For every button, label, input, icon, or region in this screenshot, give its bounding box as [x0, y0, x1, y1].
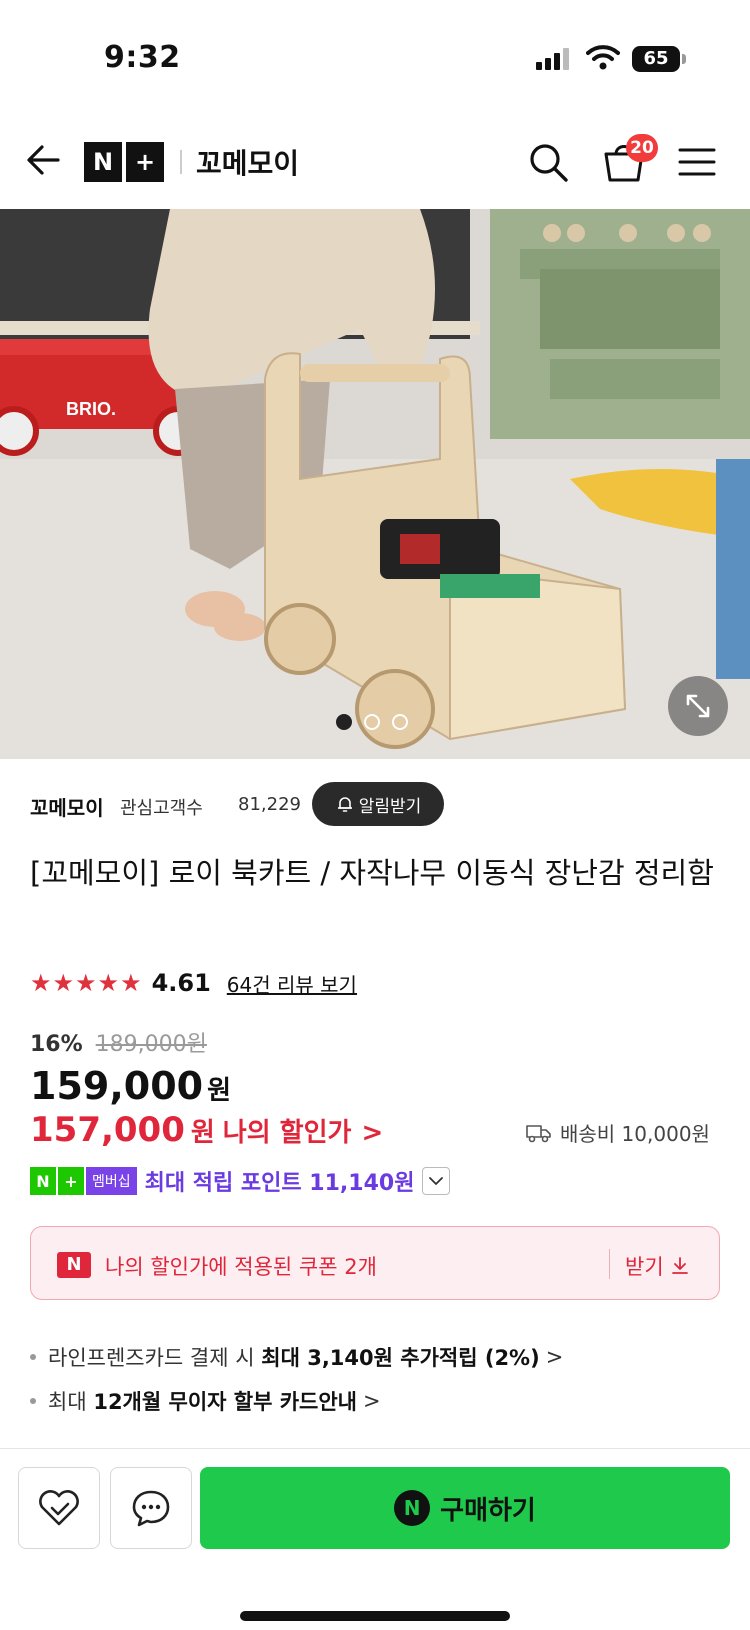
star-icon: ★ [120, 969, 142, 997]
fan-count: 81,229 [238, 794, 301, 815]
my-price-label: 나의 할인가 [222, 1118, 352, 1148]
benefit-highlight: 12개월 무이자 할부 카드안내 [93, 1390, 358, 1414]
my-price-value: 157,000 [30, 1110, 185, 1150]
product-image[interactable]: BRIO. [0, 209, 750, 759]
wishlist-button[interactable] [18, 1467, 100, 1549]
original-price: 189,000원 [95, 1032, 207, 1057]
status-time: 9:32 [104, 40, 181, 75]
gallery-dot-1[interactable] [336, 714, 352, 730]
sale-price: 159,000 [30, 1064, 204, 1108]
buy-now-label: 구매하기 [440, 1495, 536, 1526]
gallery-dot-2[interactable] [364, 714, 380, 730]
bell-plus-icon [337, 797, 352, 812]
discount-percent: 16% [30, 1032, 83, 1057]
chevron-right-icon: > [363, 1389, 381, 1413]
sale-price-unit: 원 [207, 1076, 231, 1106]
nplus-logo-plus: + [126, 142, 164, 182]
store-name[interactable]: 꼬메모이 [196, 142, 299, 182]
membership-badge-n: N [30, 1167, 56, 1195]
coupon-n-icon: N [57, 1252, 91, 1278]
expand-icon [686, 694, 710, 718]
expand-image-button[interactable] [668, 676, 728, 736]
seller-name[interactable]: 꼬메모이 [30, 792, 104, 821]
coupon-download-label: 받기 [625, 1255, 664, 1279]
talk-inquiry-button[interactable] [110, 1467, 192, 1549]
bottom-action-bar: N 구매하기 [0, 1448, 750, 1630]
review-link[interactable]: 64건 리뷰 보기 [227, 969, 357, 998]
membership-badge-label: 멤버십 [86, 1167, 137, 1195]
header-divider [180, 150, 182, 174]
membership-badge-plus: + [58, 1167, 84, 1195]
battery-tip [682, 54, 686, 64]
cart-count-badge: 20 [626, 134, 658, 162]
star-icon: ★ [52, 969, 75, 997]
my-discount-price[interactable]: 157,000 원 나의 할인가 > [30, 1110, 383, 1150]
back-arrow-icon[interactable] [24, 140, 64, 180]
installment-benefit-line[interactable]: 최대 12개월 무이자 할부 카드안내 > [30, 1386, 381, 1416]
benefit-prefix: 라인프렌즈카드 결제 시 [48, 1346, 255, 1370]
rating-value: 4.61 [151, 969, 211, 997]
search-icon[interactable] [526, 140, 570, 184]
chevron-right-icon: > [361, 1118, 384, 1148]
home-indicator [240, 1611, 510, 1621]
bullet-icon [30, 1398, 36, 1404]
coupon-banner: N 나의 할인가에 적용된 쿠폰 2개 받기 [30, 1226, 720, 1300]
truck-icon [526, 1124, 551, 1142]
star-icon: ★ [97, 969, 120, 997]
top-navigation: N + 꼬메모이 20 [0, 120, 750, 206]
shipping-fee-text: 배송비 10,000원 [560, 1122, 710, 1146]
benefit-highlight: 최대 3,140원 추가적립 (2%) [261, 1346, 540, 1370]
card-benefit-line[interactable]: 라인프렌즈카드 결제 시 최대 3,140원 추가적립 (2%) > [30, 1342, 563, 1372]
download-icon [671, 1257, 688, 1274]
buy-now-button[interactable]: N 구매하기 [200, 1467, 730, 1549]
rating-row: ★ ★ ★ ★ ★ 4.61 64건 리뷰 보기 [30, 966, 357, 1000]
discount-row: 16% 189,000원 [30, 1026, 207, 1058]
battery-level: 65 [632, 46, 680, 72]
gallery-dot-3[interactable] [392, 714, 408, 730]
star-rating: ★ ★ ★ ★ ★ [30, 971, 142, 995]
heart-check-icon [39, 1490, 79, 1526]
shipping-fee: 배송비 10,000원 [526, 1118, 710, 1147]
gallery-pagination [336, 714, 408, 730]
product-photo: BRIO. [0, 209, 750, 759]
membership-points[interactable]: N + 멤버십 최대 적립 포인트 11,140원 [30, 1166, 451, 1196]
wifi-icon [586, 45, 620, 70]
max-points-text: 최대 적립 포인트 11,140원 [144, 1171, 415, 1196]
star-icon: ★ [30, 969, 52, 997]
benefit-prefix: 최대 [48, 1390, 87, 1414]
hamburger-menu-icon[interactable] [678, 146, 716, 178]
chevron-right-icon: > [545, 1345, 564, 1369]
star-icon: ★ [75, 969, 97, 997]
nplus-logo-n: N [84, 142, 122, 182]
alarm-subscribe-button[interactable]: 알림받기 [312, 782, 444, 826]
expand-points-button[interactable] [422, 1167, 451, 1195]
status-bar: 9:32 65 [0, 0, 750, 110]
product-title: [꼬메모이] 로이 북카트 / 자작나무 이동식 장난감 정리함 [30, 856, 714, 890]
fan-count-label: 관심고객수 [120, 798, 203, 819]
bullet-icon [30, 1354, 36, 1360]
coupon-divider [609, 1249, 610, 1279]
npay-n-icon: N [394, 1490, 431, 1526]
coupon-text: 나의 할인가에 적용된 쿠폰 2개 [105, 1255, 377, 1279]
my-price-unit: 원 [190, 1118, 215, 1148]
svg-text:BRIO.: BRIO. [66, 399, 116, 419]
price-row: 159,000 원 [30, 1064, 231, 1108]
nplus-logo[interactable]: N + [84, 142, 164, 182]
nplus-membership-badge: N + 멤버십 [30, 1167, 137, 1195]
coupon-download-button[interactable]: 받기 [625, 1251, 690, 1281]
cellular-signal-icon [536, 48, 569, 70]
chevron-down-icon [429, 1177, 444, 1185]
alarm-subscribe-label: 알림받기 [358, 796, 422, 817]
chat-bubble-icon [132, 1490, 170, 1527]
seller-info: 꼬메모이 관심고객수 81,229 알림받기 [30, 782, 730, 832]
